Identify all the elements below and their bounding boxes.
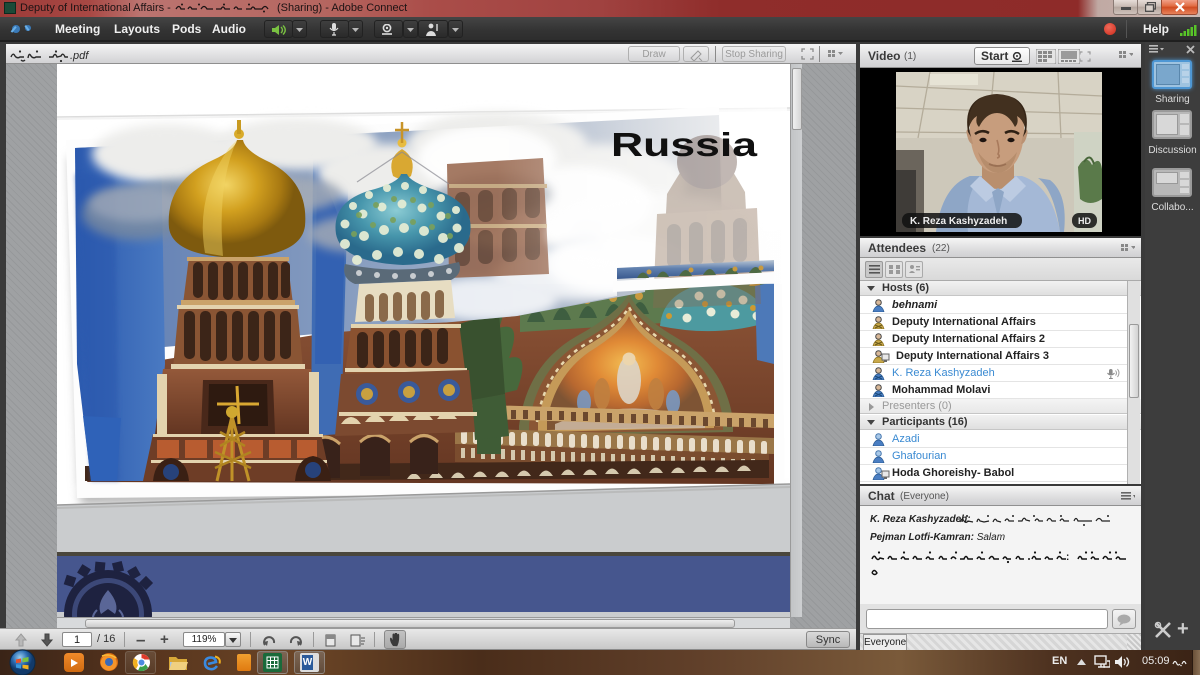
svg-text:K. Reza Kashyzadeh: K. Reza Kashyzadeh xyxy=(910,216,1007,227)
svg-text:HD: HD xyxy=(1078,216,1091,226)
svg-text::: : xyxy=(1066,552,1069,563)
svg-text:Russia: Russia xyxy=(611,126,758,163)
svg-text:.pdf: .pdf xyxy=(70,50,89,62)
